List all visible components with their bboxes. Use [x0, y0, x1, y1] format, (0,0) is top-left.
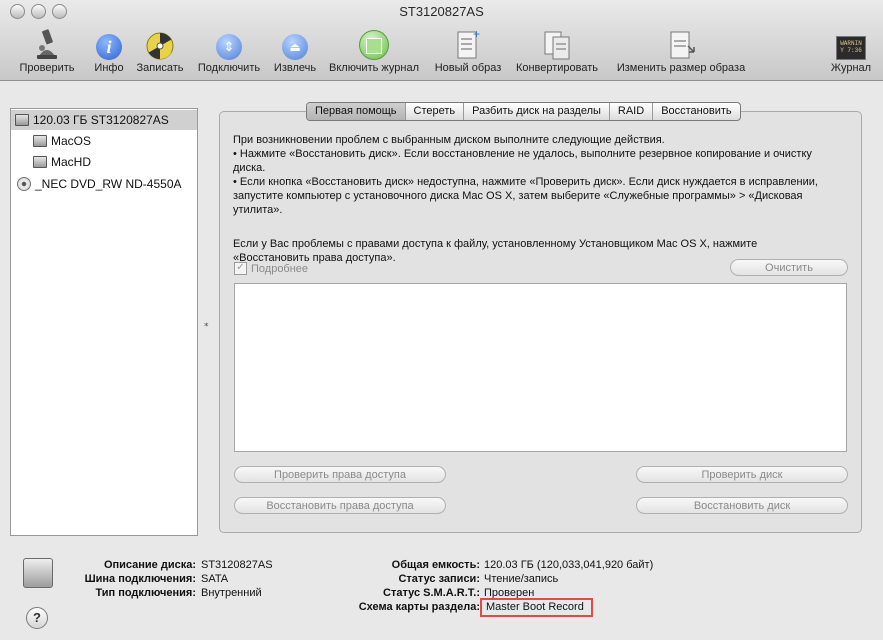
- first-aid-instructions: При возникновении проблем с выбранным ди…: [233, 133, 833, 265]
- disk-utility-window: ST3120827AS Проверить i Инфо Записать ⇕ …: [0, 0, 883, 640]
- mount-toolbar-label: Подключить: [197, 62, 261, 74]
- instructions-bullet-1: • Нажмите «Восстановить диск». Если восс…: [233, 148, 812, 174]
- resize-image-toolbar-label: Изменить размер образа: [616, 62, 746, 74]
- svg-text:+: +: [473, 28, 480, 41]
- tab-raid[interactable]: RAID: [610, 103, 654, 120]
- tab-bar: Первая помощь Стереть Разбить диск на ра…: [306, 102, 741, 121]
- journal-icon: [359, 30, 389, 60]
- volume-label-macos: MacOS: [51, 134, 92, 148]
- new-image-icon: +: [457, 28, 480, 59]
- first-aid-log[interactable]: [234, 283, 847, 452]
- disk-list-item-st3120827as[interactable]: 120.03 ГБ ST3120827AS: [11, 110, 197, 130]
- enable-journal-toolbar-button[interactable]: Включить журнал: [325, 26, 423, 74]
- log-icon: WARNIN Y 7:36: [836, 36, 866, 60]
- tab-erase[interactable]: Стереть: [406, 103, 465, 120]
- info-toolbar-button[interactable]: i Инфо: [91, 26, 127, 74]
- partition-scheme-highlight: [480, 598, 593, 617]
- resize-image-toolbar-button[interactable]: Изменить размер образа: [611, 26, 751, 74]
- write-status-label: Статус записи:: [398, 573, 480, 585]
- instructions-intro: При возникновении проблем с выбранным ди…: [233, 134, 665, 146]
- microscope-icon: [37, 29, 57, 59]
- disk-label: 120.03 ГБ ST3120827AS: [33, 113, 169, 127]
- smart-status-label: Статус S.M.A.R.T.:: [383, 587, 480, 599]
- new-image-toolbar-label: Новый образ: [434, 62, 502, 74]
- eject-toolbar-button[interactable]: ⏏ Извлечь: [271, 26, 319, 74]
- titlebar-toolbar: ST3120827AS Проверить i Инфо Записать ⇕ …: [0, 0, 883, 81]
- connection-bus-value: SATA: [201, 573, 229, 585]
- convert-icon: [544, 31, 570, 60]
- show-details-label: Подробнее: [251, 262, 309, 275]
- repair-permissions-button[interactable]: Восстановить права доступа: [234, 497, 446, 514]
- verify-toolbar-button[interactable]: Проверить: [16, 26, 78, 74]
- disk-list-item-macos[interactable]: MacOS: [33, 131, 91, 151]
- show-details-checkbox[interactable]: ✓ Подробнее: [234, 262, 308, 275]
- verify-disk-button[interactable]: Проверить диск: [636, 466, 848, 483]
- burn-toolbar-button[interactable]: Записать: [133, 26, 187, 74]
- resize-image-icon: [670, 31, 695, 59]
- info-icon: i: [96, 34, 122, 60]
- verify-permissions-button[interactable]: Проверить права доступа: [234, 466, 446, 483]
- mount-icon: ⇕: [216, 34, 242, 60]
- log-toolbar-label: Журнал: [830, 62, 872, 74]
- burn-toolbar-label: Записать: [136, 62, 184, 74]
- total-capacity-value: 120.03 ГБ (120,033,041,920 байт): [484, 559, 654, 571]
- enable-journal-toolbar-label: Включить журнал: [329, 62, 419, 74]
- dvd-label: _NEC DVD_RW ND-4550A: [35, 177, 182, 191]
- volume-icon: [33, 156, 47, 168]
- checkmark-icon: ✓: [234, 262, 247, 275]
- new-image-toolbar-button[interactable]: + Новый образ: [431, 26, 505, 74]
- eject-toolbar-label: Извлечь: [273, 62, 317, 74]
- tab-partition[interactable]: Разбить диск на разделы: [464, 103, 610, 120]
- tab-first-aid[interactable]: Первая помощь: [307, 103, 406, 120]
- connection-type-value: Внутренний: [201, 587, 262, 599]
- volume-label-machd: MacHD: [51, 155, 92, 169]
- eject-icon: ⏏: [282, 34, 308, 60]
- burn-icon: [146, 32, 174, 60]
- optical-disc-icon: [17, 177, 31, 191]
- splitter-handle[interactable]: ⁎: [204, 318, 209, 329]
- disk-list-item-dvd[interactable]: _NEC DVD_RW ND-4550A: [17, 174, 182, 194]
- total-capacity-label: Общая емкость:: [391, 559, 480, 571]
- tab-restore[interactable]: Восстановить: [653, 103, 739, 120]
- volume-icon: [33, 135, 47, 147]
- write-status-value: Чтение/запись: [484, 573, 559, 585]
- repair-disk-button[interactable]: Восстановить диск: [636, 497, 848, 514]
- disk-list: 120.03 ГБ ST3120827AS MacOS MacHD _NEC D…: [10, 108, 198, 536]
- mount-toolbar-button[interactable]: ⇕ Подключить: [194, 26, 264, 74]
- info-toolbar-label: Инфо: [94, 62, 124, 74]
- convert-toolbar-label: Конвертировать: [515, 62, 599, 74]
- instructions-bullet-2: • Если кнопка «Восстановить диск» недост…: [233, 176, 818, 216]
- convert-toolbar-button[interactable]: Конвертировать: [512, 26, 602, 74]
- selected-disk-icon: [23, 558, 53, 588]
- disk-list-item-machd[interactable]: MacHD: [33, 152, 91, 172]
- clear-button[interactable]: Очистить: [730, 259, 848, 276]
- partition-scheme-label: Схема карты раздела:: [358, 601, 480, 613]
- help-button[interactable]: ?: [26, 607, 48, 629]
- verify-toolbar-label: Проверить: [19, 62, 75, 74]
- connection-type-label: Тип подключения:: [95, 587, 196, 599]
- disk-description-value: ST3120827AS: [201, 559, 273, 571]
- window-title: ST3120827AS: [399, 4, 484, 19]
- log-toolbar-button[interactable]: WARNIN Y 7:36 Журнал: [828, 26, 874, 74]
- disk-description-label: Описание диска:: [103, 559, 196, 571]
- connection-bus-label: Шина подключения:: [84, 573, 196, 585]
- hard-disk-icon: [15, 114, 29, 126]
